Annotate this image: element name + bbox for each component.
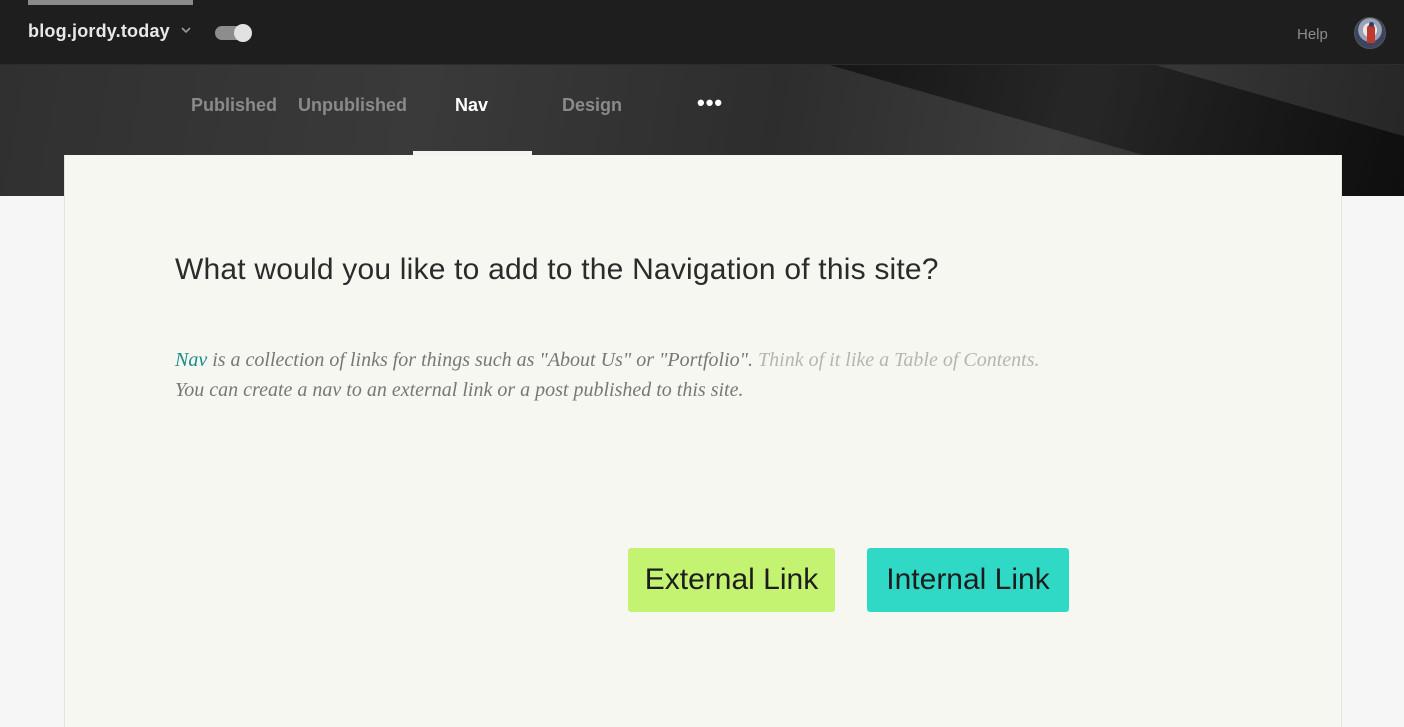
avatar-figure — [1367, 25, 1375, 43]
tab-unpublished[interactable]: Unpublished — [298, 95, 407, 116]
tab-design[interactable]: Design — [562, 95, 622, 116]
page-title: What would you like to add to the Naviga… — [175, 253, 939, 286]
tab-published[interactable]: Published — [191, 95, 277, 116]
chevron-down-icon[interactable] — [178, 22, 194, 38]
top-accent-line — [28, 0, 193, 5]
desc-text-line1: is a collection of links for things such… — [207, 349, 759, 371]
internal-link-button[interactable]: Internal Link — [867, 548, 1069, 612]
desc-text-line2: You can create a nav to an external link… — [175, 379, 744, 401]
help-link[interactable]: Help — [1297, 26, 1328, 43]
desc-text-muted: Think of it like a Table of Contents. — [758, 349, 1040, 371]
user-avatar-icon[interactable] — [1354, 17, 1386, 49]
site-toggle-switch[interactable] — [215, 24, 252, 42]
toggle-knob — [234, 24, 252, 42]
top-bar: blog.jordy.today Help — [0, 0, 1404, 65]
external-link-button[interactable]: External Link — [628, 548, 835, 612]
tab-nav[interactable]: Nav — [455, 95, 488, 116]
nav-content-card: What would you like to add to the Naviga… — [64, 155, 1342, 727]
nav-term: Nav — [175, 349, 208, 371]
site-name-menu[interactable]: blog.jordy.today — [28, 21, 170, 42]
nav-description: Nav is a collection of links for things … — [175, 345, 1075, 405]
avatar-figure-head — [1369, 22, 1374, 27]
more-options-icon[interactable]: ••• — [697, 90, 723, 116]
